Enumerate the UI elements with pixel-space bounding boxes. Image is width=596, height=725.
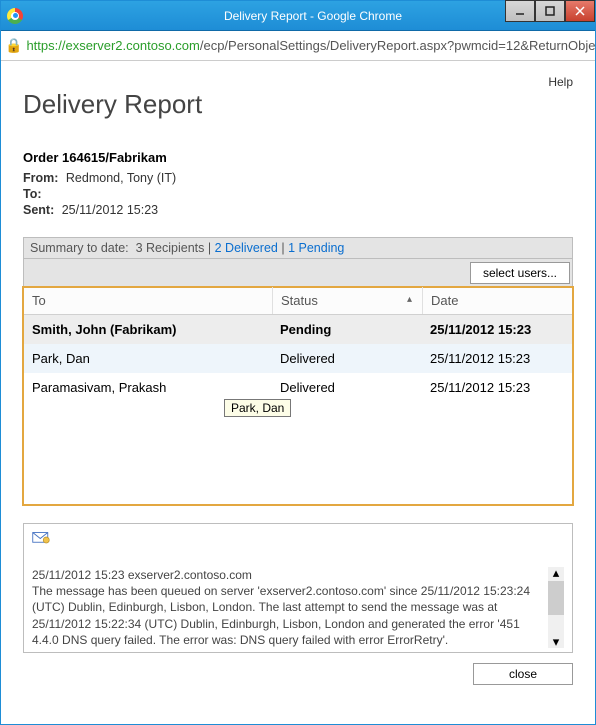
- maximize-icon: [545, 6, 555, 16]
- cell-date: 25/11/2012 15:23: [422, 344, 572, 373]
- mail-status-icon: [32, 530, 564, 547]
- window-titlebar[interactable]: Delivery Report - Google Chrome: [1, 1, 595, 31]
- summary-delivered-link[interactable]: 2 Delivered: [215, 241, 278, 255]
- close-icon: [575, 6, 585, 16]
- scroll-down-icon[interactable]: ▾: [548, 636, 564, 648]
- page-title: Delivery Report: [23, 89, 573, 120]
- recipients-table: To Status Date Smith, John (Fabrikam) Pe…: [23, 287, 573, 505]
- summary-label: Summary to date:: [30, 241, 129, 255]
- message-subject: Order 164615/Fabrikam: [23, 150, 573, 165]
- summary-pending-link[interactable]: 1 Pending: [288, 241, 344, 255]
- cell-status: Delivered: [272, 344, 422, 373]
- footer-row: close: [23, 663, 573, 685]
- to-label: To:: [23, 187, 42, 201]
- url-protocol: https: [26, 38, 54, 53]
- table-row[interactable]: Paramasivam, Prakash Delivered 25/11/201…: [24, 373, 572, 402]
- cell-to: Park, Dan: [24, 344, 272, 373]
- chrome-icon: [7, 8, 23, 24]
- cell-to: Paramasivam, Prakash: [24, 373, 272, 402]
- detail-panel: 25/11/2012 15:23 exserver2.contoso.com T…: [23, 523, 573, 653]
- lock-icon: 🔒: [5, 37, 22, 54]
- address-bar[interactable]: 🔒 https ://exserver2.contoso.com /ecp/Pe…: [1, 31, 595, 61]
- help-link[interactable]: Help: [548, 75, 573, 89]
- from-label: From:: [23, 171, 58, 185]
- scroll-thumb[interactable]: [548, 581, 564, 615]
- detail-body: 25/11/2012 15:23 exserver2.contoso.com T…: [32, 567, 564, 648]
- browser-window: Delivery Report - Google Chrome 🔒 https …: [0, 0, 596, 725]
- window-controls: [505, 0, 595, 28]
- cell-to: Smith, John (Fabrikam): [24, 315, 272, 344]
- url-path: /ecp/PersonalSettings/DeliveryReport.asp…: [200, 38, 595, 53]
- meta-sent: Sent: 25/11/2012 15:23: [23, 203, 573, 217]
- cell-date: 25/11/2012 15:23: [422, 373, 572, 402]
- scroll-track[interactable]: [548, 579, 564, 636]
- toolbar-row: select users...: [23, 259, 573, 287]
- cell-date: 25/11/2012 15:23: [422, 315, 572, 344]
- col-date[interactable]: Date: [422, 287, 572, 314]
- close-window-button[interactable]: [565, 0, 595, 22]
- meta-to: To:: [23, 187, 573, 201]
- from-value: Redmond, Tony (IT): [66, 171, 176, 185]
- table-row[interactable]: Park, Dan Delivered 25/11/2012 15:23: [24, 344, 572, 373]
- col-to[interactable]: To: [24, 287, 272, 314]
- sent-value: 25/11/2012 15:23: [62, 203, 158, 217]
- detail-text: 25/11/2012 15:23 exserver2.contoso.com T…: [32, 567, 548, 648]
- meta-from: From: Redmond, Tony (IT): [23, 171, 573, 185]
- summary-sep-1: |: [208, 241, 215, 255]
- summary-bar: Summary to date: 3 Recipients | 2 Delive…: [23, 237, 573, 259]
- detail-line1: 25/11/2012 15:23 exserver2.contoso.com: [32, 567, 542, 583]
- cell-status: Pending: [272, 315, 422, 344]
- close-button[interactable]: close: [473, 663, 573, 685]
- tooltip: Park, Dan: [224, 399, 291, 417]
- detail-body-text: The message has been queued on server 'e…: [32, 583, 542, 648]
- summary-recipients: 3 Recipients: [136, 241, 205, 255]
- maximize-button[interactable]: [535, 0, 565, 22]
- minimize-icon: [515, 6, 525, 16]
- minimize-button[interactable]: [505, 0, 535, 22]
- url-host: ://exserver2.contoso.com: [55, 38, 200, 53]
- envelope-icon: [32, 530, 50, 544]
- cell-status: Delivered: [272, 373, 422, 402]
- detail-scrollbar[interactable]: ▴ ▾: [548, 567, 564, 648]
- scroll-up-icon[interactable]: ▴: [548, 567, 564, 579]
- select-users-button[interactable]: select users...: [470, 262, 570, 284]
- page-content: Help Delivery Report Order 164615/Fabrik…: [1, 61, 595, 724]
- table-header: To Status Date: [24, 287, 572, 315]
- col-status[interactable]: Status: [272, 287, 422, 314]
- sent-label: Sent:: [23, 203, 54, 217]
- table-row[interactable]: Smith, John (Fabrikam) Pending 25/11/201…: [24, 315, 572, 344]
